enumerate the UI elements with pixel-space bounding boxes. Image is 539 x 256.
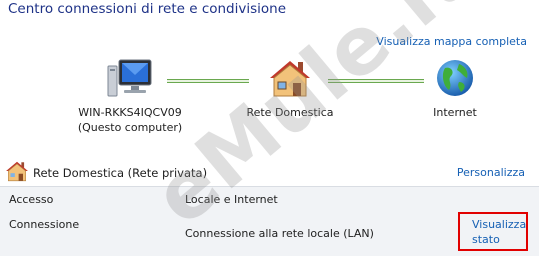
- access-label: Accesso: [9, 193, 54, 206]
- connector-home-internet: [328, 79, 424, 83]
- computer-node[interactable]: WIN-RKKS4IQCV09 (Questo computer): [70, 58, 190, 135]
- computer-name: WIN-RKKS4IQCV09: [78, 106, 182, 119]
- view-status-link[interactable]: Visualizza stato: [458, 212, 528, 251]
- house-icon: [6, 161, 28, 182]
- computer-subtitle: (Questo computer): [77, 121, 183, 134]
- home-network-name: Rete Domestica: [246, 106, 334, 119]
- home-network-node[interactable]: Rete Domestica: [240, 58, 340, 120]
- internet-node[interactable]: Internet: [415, 58, 495, 120]
- network-title: Rete Domestica (Rete privata): [33, 166, 208, 180]
- customize-link[interactable]: Personalizza: [457, 166, 525, 179]
- view-status-line2[interactable]: stato: [472, 232, 526, 247]
- network-header: Rete Domestica (Rete privata) Personaliz…: [0, 158, 539, 186]
- connection-label: Connessione: [9, 218, 80, 231]
- access-value: Locale e Internet: [185, 193, 278, 206]
- view-full-map-link[interactable]: Visualizza mappa completa: [376, 35, 527, 48]
- page-title: Centro connessioni di rete e condivision…: [8, 1, 287, 17]
- globe-icon: [437, 60, 473, 96]
- computer-icon: [107, 59, 152, 97]
- view-status-line1[interactable]: Visualizza: [472, 217, 526, 232]
- internet-label: Internet: [433, 106, 477, 119]
- connection-value: Connessione alla rete locale (LAN): [185, 227, 374, 240]
- house-icon: [270, 61, 310, 97]
